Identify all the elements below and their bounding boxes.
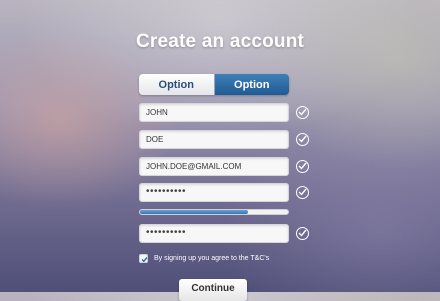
password-strength-fill xyxy=(140,210,249,214)
terms-checkbox-icon[interactable] xyxy=(139,253,148,263)
page-title: Create an account xyxy=(135,31,305,52)
last-name-field[interactable]: DOE xyxy=(139,130,289,149)
option-segmented-control: Option Option xyxy=(139,74,289,95)
terms-agreement: By signing up you agree to the T&C's xyxy=(139,252,269,264)
segment-option-2[interactable]: Option xyxy=(214,74,289,95)
confirm-password-valid-checkmark-icon xyxy=(296,227,309,240)
email-field[interactable]: JOHN.DOE@GMAIL.COM xyxy=(139,157,289,176)
password-valid-checkmark-icon xyxy=(296,186,309,199)
first-name-field[interactable]: JOHN xyxy=(139,103,289,122)
first-name-valid-checkmark-icon xyxy=(296,106,309,119)
continue-button[interactable]: Continue xyxy=(179,279,247,301)
last-name-valid-checkmark-icon xyxy=(296,133,309,146)
password-strength-bar xyxy=(139,209,289,215)
confirm-password-field[interactable]: •••••••••• xyxy=(139,224,289,243)
terms-label: By signing up you agree to the T&C's xyxy=(154,254,270,262)
email-valid-checkmark-icon xyxy=(296,160,309,173)
password-field[interactable]: •••••••••• xyxy=(139,183,289,202)
segment-option-1[interactable]: Option xyxy=(139,74,215,95)
